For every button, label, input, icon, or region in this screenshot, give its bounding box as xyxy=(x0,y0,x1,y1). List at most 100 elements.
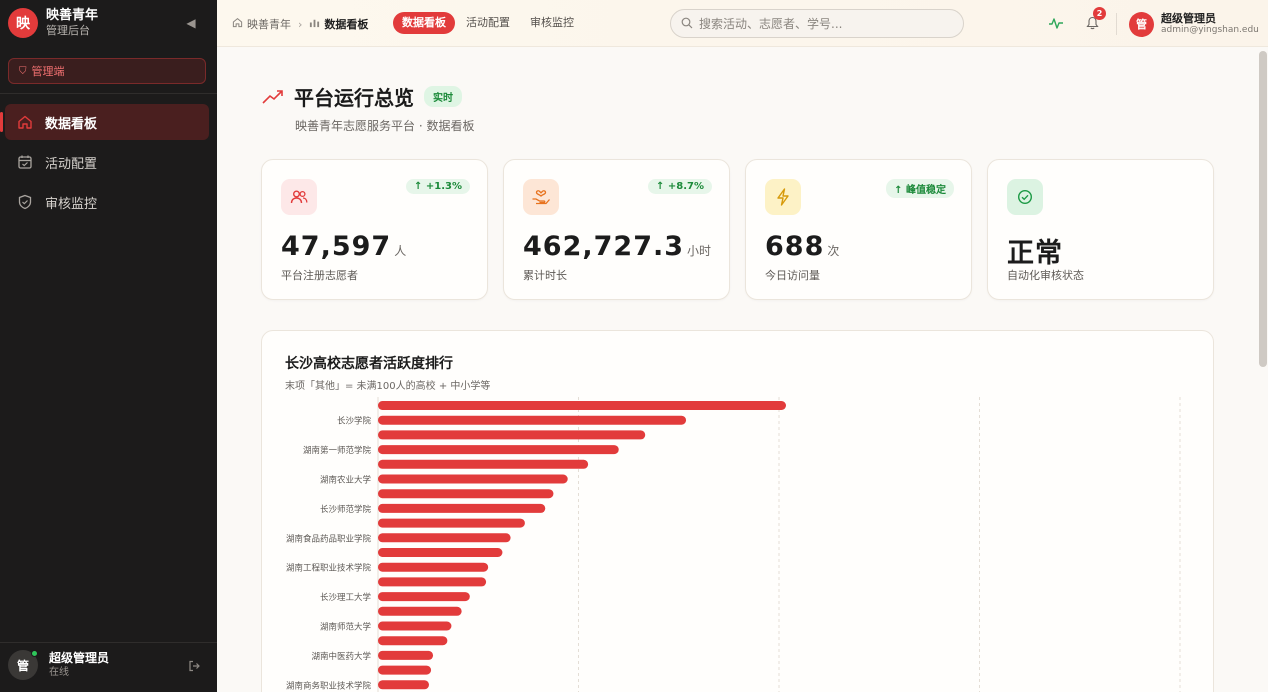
category-label: 湖南中医药大学 xyxy=(311,651,371,662)
chart-bar[interactable] xyxy=(378,430,646,440)
home-icon xyxy=(17,114,33,130)
role-badge: ⛉ 管理端 xyxy=(8,58,206,84)
sidebar-item-audit-monitor[interactable]: 审核监控 xyxy=(5,184,209,220)
shield-check-icon xyxy=(17,194,33,210)
stat-unit: 小时 xyxy=(687,244,712,258)
page-title: 平台运行总览 xyxy=(294,86,414,110)
shield-icon: ⛉ xyxy=(19,65,27,77)
stat-unit: 人 xyxy=(394,244,407,258)
check-circle-icon xyxy=(1007,179,1043,215)
sidebar: 映 映善青年 管理后台 ◀︎ ⛉ 管理端 数据看板 活动配置 审核监控 管 超级… xyxy=(0,0,217,692)
current-user[interactable]: 管 超级管理员 在线 xyxy=(8,650,109,680)
chart-bar[interactable] xyxy=(378,592,470,602)
chart-bar[interactable] xyxy=(378,401,786,410)
topbar-actions: 2 管 超级管理员 admin@yingshan.edu xyxy=(1048,6,1259,38)
sidebar-item-label: 数据看板 xyxy=(45,116,98,132)
topbar: 映善青年 › 数据看板 数据看板 活动配置 审核监控 2 管 超级管理员 adm… xyxy=(217,0,1268,47)
brand-subtitle: 管理后台 xyxy=(46,24,90,37)
admin-avatar[interactable]: 管 xyxy=(1129,11,1154,37)
tab-audit-monitor[interactable]: 审核监控 xyxy=(521,12,583,34)
bar-chart: 长沙学院湖南第一师范学院湖南农业大学长沙师范学院湖南食品药品职业学院湖南工程职业… xyxy=(286,397,1181,692)
breadcrumb-current: 数据看板 xyxy=(324,18,369,31)
tab-activity-config[interactable]: 活动配置 xyxy=(457,12,519,34)
collapse-sidebar-icon[interactable]: ◀︎ xyxy=(184,16,198,30)
admin-profile[interactable]: 超级管理员 admin@yingshan.edu xyxy=(1161,12,1259,36)
activity-ranking-chart-card: 长沙高校志愿者活跃度排行 末项「其他」= 未满100人的高校 + 中小学等 长沙… xyxy=(261,330,1214,692)
sidebar-nav: 数据看板 活动配置 审核监控 xyxy=(0,104,209,224)
chart-bar[interactable] xyxy=(378,518,525,528)
chart-bar[interactable] xyxy=(378,665,432,675)
page-header: 平台运行总览 实时 映善青年志愿服务平台 · 数据看板 xyxy=(262,82,474,134)
chart-bar[interactable] xyxy=(378,621,452,631)
chart-bar[interactable] xyxy=(378,680,429,690)
chart-bar[interactable] xyxy=(378,533,511,543)
category-label: 长沙师范学院 xyxy=(320,504,372,515)
calendar-icon xyxy=(17,154,33,170)
chart-bar[interactable] xyxy=(378,636,448,646)
category-label: 湖南商务职业技术学院 xyxy=(286,680,372,691)
logout-icon[interactable] xyxy=(188,660,200,675)
brand[interactable]: 映 映善青年 管理后台 xyxy=(8,8,98,38)
chart-bar[interactable] xyxy=(378,562,489,572)
scrollbar[interactable] xyxy=(1259,51,1267,367)
stat-card-audit-status[interactable]: 正常 自动化审核状态 xyxy=(987,159,1214,300)
tab-dashboard[interactable]: 数据看板 xyxy=(393,12,455,34)
trend-badge: ↑ +1.3% xyxy=(406,179,470,194)
stat-card-visits[interactable]: ↑ 峰值稳定 688 次 今日访问量 xyxy=(745,159,972,300)
divider xyxy=(1116,13,1117,35)
stat-label: 累计时长 xyxy=(523,269,567,282)
notification-bell-icon[interactable]: 2 xyxy=(1086,6,1106,34)
chart-bar[interactable] xyxy=(378,548,503,557)
activity-pulse-icon[interactable] xyxy=(1048,15,1066,34)
stat-card-hours[interactable]: ↑ +8.7% 462,727.3 小时 累计时长 xyxy=(503,159,730,300)
search-input[interactable] xyxy=(699,16,949,31)
sidebar-item-label: 审核监控 xyxy=(45,196,98,212)
chart-bar[interactable] xyxy=(378,606,462,616)
user-status: 在线 xyxy=(49,667,69,678)
divider xyxy=(0,642,217,643)
stat-card-volunteers[interactable]: ↑ +1.3% 47,597 人 平台注册志愿者 xyxy=(261,159,488,300)
brand-logo: 映 xyxy=(8,8,38,38)
breadcrumb: 映善青年 › 数据看板 xyxy=(232,16,368,32)
stat-label: 今日访问量 xyxy=(765,269,820,282)
chart-bar[interactable] xyxy=(378,474,568,484)
hand-heart-icon xyxy=(523,179,559,215)
chevron-right-icon: › xyxy=(298,17,303,31)
stat-cards: ↑ +1.3% 47,597 人 平台注册志愿者 ↑ +8.7% 462,727… xyxy=(261,159,1229,300)
brand-title: 映善青年 xyxy=(46,8,99,23)
chart-bar[interactable] xyxy=(378,577,487,587)
chart-bar[interactable] xyxy=(378,459,589,469)
admin-name: 超级管理员 xyxy=(1161,12,1216,25)
category-label: 长沙理工大学 xyxy=(320,592,372,603)
category-label: 湖南工程职业技术学院 xyxy=(286,563,372,574)
stat-label: 平台注册志愿者 xyxy=(281,269,358,282)
trend-badge: ↑ +8.7% xyxy=(648,179,712,194)
category-label: 湖南师范大学 xyxy=(320,622,372,633)
divider xyxy=(0,93,217,94)
stat-value: 688 xyxy=(765,231,825,262)
users-icon xyxy=(281,179,317,215)
chart-bar[interactable] xyxy=(378,503,546,513)
chart-bar[interactable] xyxy=(378,489,554,499)
chart-bar[interactable] xyxy=(378,445,619,455)
category-label: 湖南第一师范学院 xyxy=(303,445,372,456)
sidebar-item-activity-config[interactable]: 活动配置 xyxy=(5,144,209,180)
chart-bar[interactable] xyxy=(378,650,434,660)
chart-bar[interactable] xyxy=(378,415,687,425)
stat-unit: 次 xyxy=(827,244,840,258)
admin-email: admin@yingshan.edu xyxy=(1161,25,1259,35)
search-box[interactable] xyxy=(670,9,964,38)
online-indicator xyxy=(31,650,38,657)
bar-chart-icon xyxy=(309,17,320,31)
trend-badge: ↑ 峰值稳定 xyxy=(886,179,954,198)
realtime-badge: 实时 xyxy=(424,86,462,107)
search-icon xyxy=(681,14,693,33)
category-label: 湖南食品药品职业学院 xyxy=(286,533,372,544)
breadcrumb-root[interactable]: 映善青年 xyxy=(247,16,291,32)
category-label: 长沙学院 xyxy=(337,416,372,427)
breadcrumb-home-icon[interactable] xyxy=(232,17,243,31)
stat-value: 47,597 xyxy=(281,231,392,262)
lightning-icon xyxy=(765,179,801,215)
trending-up-icon xyxy=(262,89,284,105)
sidebar-item-dashboard[interactable]: 数据看板 xyxy=(0,104,209,140)
